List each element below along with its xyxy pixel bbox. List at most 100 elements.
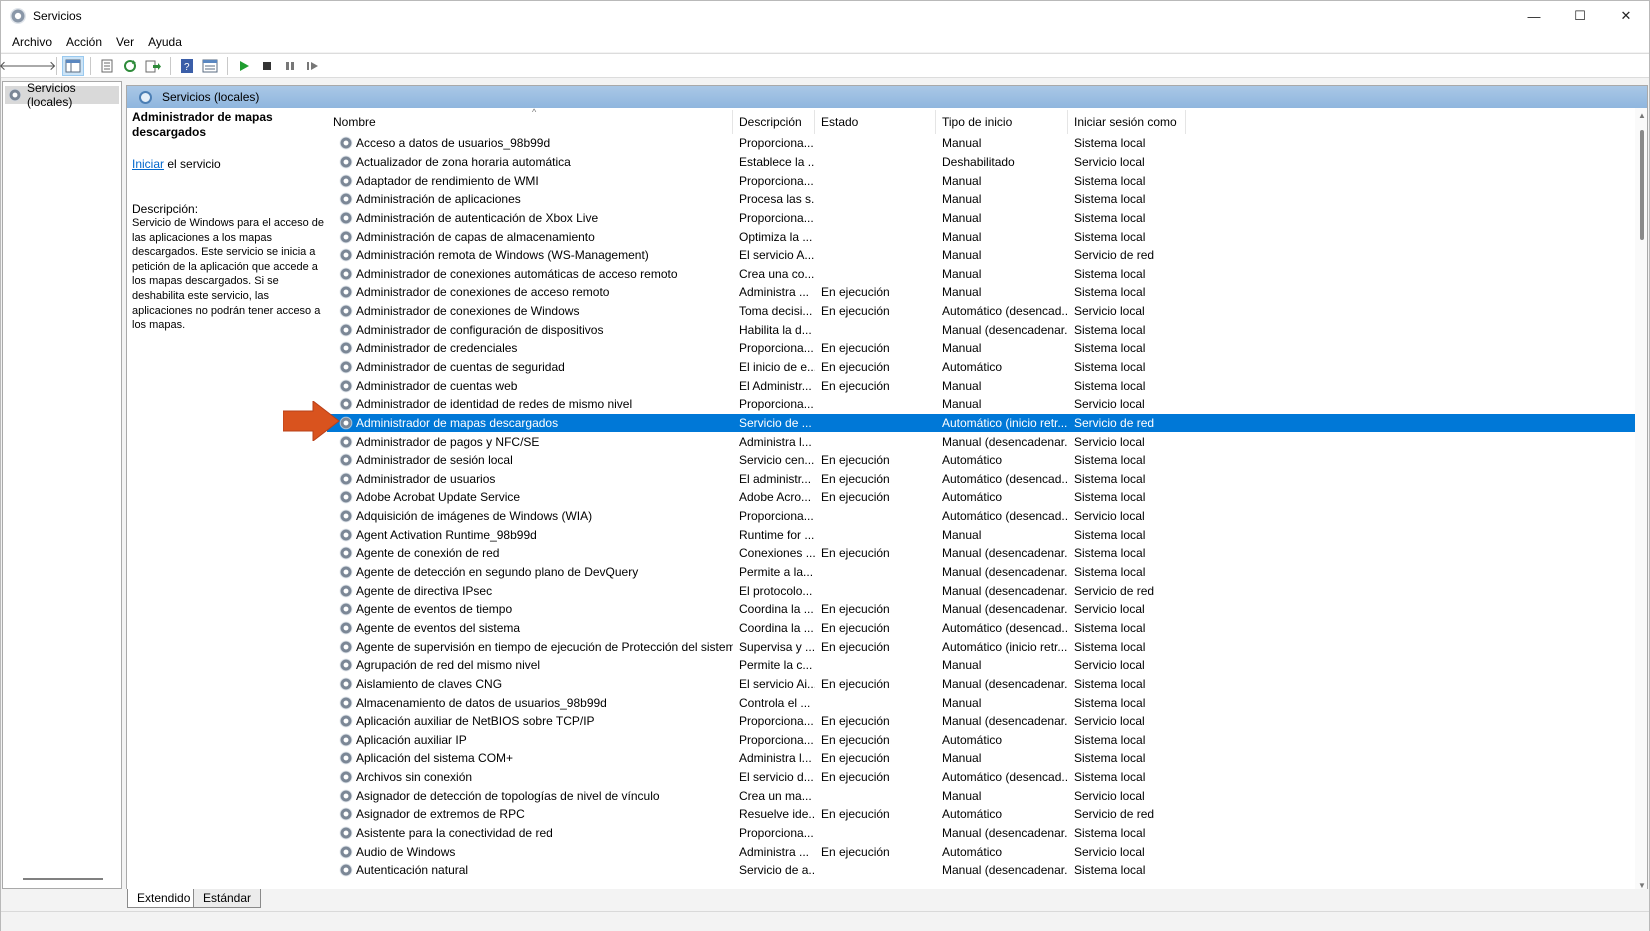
tree-item-servicios-locales[interactable]: Servicios (locales) xyxy=(5,81,119,109)
service-row[interactable]: Administración de capas de almacenamient… xyxy=(327,227,1647,246)
details-view-icon[interactable] xyxy=(199,56,221,76)
service-row[interactable]: Acceso a datos de usuarios_98b99d Proporc… xyxy=(327,134,1647,153)
service-name-text: Administrador de cuentas de seguridad xyxy=(356,360,565,374)
properties-icon[interactable] xyxy=(96,56,118,76)
service-name-text: Agente de conexión de red xyxy=(356,546,500,561)
service-row[interactable]: Adobe Acrobat Update Service Adobe Acro..… xyxy=(327,488,1647,507)
service-row[interactable]: Administrador de pagos y NFC/SE Administr… xyxy=(327,432,1647,451)
service-startup-type: Automático xyxy=(936,845,1068,859)
service-row[interactable]: Agente de directiva IPsec El protocolo...… xyxy=(327,581,1647,600)
service-row[interactable]: Aplicación del sistema COM+ Administra l.… xyxy=(327,749,1647,768)
service-row[interactable]: Asignador de extremos de RPC Resuelve ide… xyxy=(327,805,1647,824)
service-logon-as-text: Sistema local xyxy=(1074,620,1146,635)
service-logon-as: Servicio local xyxy=(1068,509,1186,523)
service-description-cell: Permite la c... xyxy=(733,658,815,672)
service-row[interactable]: Administrador de mapas descargados Servic… xyxy=(327,413,1647,433)
service-row[interactable]: Audio de Windows Administra ... En ejecuci… xyxy=(327,842,1647,861)
service-row[interactable]: Aplicación auxiliar IP Proporciona... En e… xyxy=(327,731,1647,750)
service-row[interactable]: Aplicación auxiliar de NetBIOS sobre TCP… xyxy=(327,712,1647,731)
vertical-scrollbar[interactable]: ▲ ▼ xyxy=(1635,108,1647,890)
start-service-icon[interactable] xyxy=(233,56,255,76)
tab-extended[interactable]: Extendido xyxy=(127,889,201,908)
pause-service-icon[interactable] xyxy=(279,56,301,76)
service-logon-as-text: Sistema local xyxy=(1074,453,1146,468)
refresh-icon[interactable] xyxy=(119,56,141,76)
service-logon-as: Sistema local xyxy=(1068,640,1186,654)
service-description-cell-text: Resuelve ide... xyxy=(739,807,815,822)
service-row[interactable]: Administrador de credenciales Proporciona… xyxy=(327,339,1647,358)
service-startup-type: Manual xyxy=(936,658,1068,672)
service-row[interactable]: Administrador de conexiones automáticas … xyxy=(327,264,1647,283)
service-name: Administrador de pagos y NFC/SE xyxy=(327,434,733,449)
toolbar-separator xyxy=(227,56,228,75)
service-row[interactable]: Administrador de usuarios El administr...… xyxy=(327,470,1647,489)
service-row[interactable]: Administrador de cuentas de seguridad El … xyxy=(327,358,1647,377)
gear-icon xyxy=(339,788,353,803)
column-header-status[interactable]: Estado xyxy=(815,110,936,134)
forward-icon[interactable]: 🡒 xyxy=(22,56,57,76)
service-row[interactable]: Agente de eventos de tiempo Coordina la .… xyxy=(327,600,1647,619)
service-row[interactable]: Administrador de conexiones de acceso re… xyxy=(327,283,1647,302)
service-name-text: Agrupación de red del mismo nivel xyxy=(356,658,541,673)
service-row[interactable]: Agente de conexión de red Conexiones ... E… xyxy=(327,544,1647,563)
service-row[interactable]: Adquisición de imágenes de Windows (WIA)… xyxy=(327,507,1647,526)
scroll-thumb[interactable] xyxy=(1640,130,1644,240)
service-row[interactable]: Administrador de configuración de dispos… xyxy=(327,320,1647,339)
service-logon-as-text: Servicio local xyxy=(1074,154,1145,169)
start-service-link[interactable]: Iniciar xyxy=(132,157,164,171)
service-row[interactable]: Administración remota de Windows (WS-Man… xyxy=(327,246,1647,265)
service-row[interactable]: Administrador de sesión local Servicio ce… xyxy=(327,451,1647,470)
menu-ver[interactable]: Ver xyxy=(109,35,141,49)
service-row[interactable]: Autenticación natural Servicio de a... Man… xyxy=(327,861,1647,880)
maximize-button[interactable]: ☐ xyxy=(1557,1,1603,31)
menu-accion[interactable]: Acción xyxy=(59,35,109,49)
service-row[interactable]: Agente de detección en segundo plano de … xyxy=(327,563,1647,582)
minimize-button[interactable]: — xyxy=(1511,1,1557,31)
service-description-cell-text: Proporciona... xyxy=(739,714,814,729)
help-icon[interactable]: ? xyxy=(176,56,198,76)
service-row[interactable]: Asistente para la conectividad de red Pro… xyxy=(327,824,1647,843)
service-row[interactable]: Agent Activation Runtime_98b99d Runtime f… xyxy=(327,525,1647,544)
service-logon-as: Servicio de red xyxy=(1068,416,1186,430)
service-startup-type-text: Automático (inicio retr... xyxy=(942,639,1068,654)
service-name-text: Administrador de credenciales xyxy=(356,341,518,356)
service-row[interactable]: Actualizador de zona horaria automática E… xyxy=(327,153,1647,172)
service-logon-as-text: Servicio local xyxy=(1074,844,1145,859)
service-row[interactable]: Archivos sin conexión El servicio d... En … xyxy=(327,768,1647,787)
column-header-logon-as[interactable]: Iniciar sesión como xyxy=(1068,110,1186,134)
service-row[interactable]: Adaptador de rendimiento de WMI Proporcio… xyxy=(327,171,1647,190)
console-tree-icon[interactable] xyxy=(62,55,84,76)
tree-horizontal-scrollbar[interactable] xyxy=(23,878,103,880)
service-startup-type-text: Automático xyxy=(942,360,1003,374)
gear-icon xyxy=(339,714,353,729)
close-button[interactable]: ✕ xyxy=(1603,1,1649,31)
service-row[interactable]: Administrador de conexiones de Windows To… xyxy=(327,302,1647,321)
menu-ayuda[interactable]: Ayuda xyxy=(141,35,189,49)
service-row[interactable]: Agente de supervisión en tiempo de ejecu… xyxy=(327,637,1647,656)
service-row[interactable]: Aislamiento de claves CNG El servicio Ai.… xyxy=(327,675,1647,694)
service-row[interactable]: Asignador de detección de topologías de … xyxy=(327,786,1647,805)
service-row[interactable]: Agrupación de red del mismo nivel Permite… xyxy=(327,656,1647,675)
service-row[interactable]: Agente de eventos del sistema Coordina la… xyxy=(327,619,1647,638)
menu-archivo[interactable]: Archivo xyxy=(5,35,59,49)
service-row[interactable]: Administración de autenticación de Xbox … xyxy=(327,209,1647,228)
service-row[interactable]: Administrador de cuentas web El Administr… xyxy=(327,376,1647,395)
column-header-startup-type[interactable]: Tipo de inicio xyxy=(936,110,1068,134)
resume-service-icon[interactable] xyxy=(302,56,324,76)
column-header-description[interactable]: Descripción xyxy=(733,110,815,134)
service-startup-type: Manual (desencadenar... xyxy=(936,584,1068,598)
service-row[interactable]: Almacenamiento de datos de usuarios_98b9… xyxy=(327,693,1647,712)
column-header-name[interactable]: ^ Nombre xyxy=(327,107,733,134)
service-name-text: Aplicación auxiliar de NetBIOS sobre TCP… xyxy=(356,714,595,729)
service-row[interactable]: Administrador de identidad de redes de m… xyxy=(327,395,1647,414)
service-description-cell-text: Procesa las s... xyxy=(739,192,815,207)
service-logon-as-text: Sistema local xyxy=(1074,490,1146,505)
tab-standard[interactable]: Estándar xyxy=(193,889,262,908)
service-status-text: En ejecución xyxy=(821,285,890,300)
stop-service-icon[interactable] xyxy=(256,56,278,76)
scroll-up-icon[interactable]: ▲ xyxy=(1635,108,1647,122)
service-logon-as: Servicio local xyxy=(1068,435,1186,449)
service-status-text: En ejecución xyxy=(821,378,890,393)
service-row[interactable]: Administración de aplicaciones Procesa la… xyxy=(327,190,1647,209)
export-list-icon[interactable] xyxy=(142,56,164,76)
